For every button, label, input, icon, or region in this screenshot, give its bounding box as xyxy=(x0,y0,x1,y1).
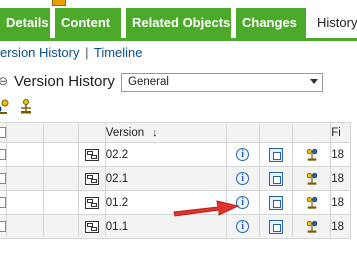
view-document-icon[interactable] xyxy=(268,195,283,210)
table-cell xyxy=(42,214,80,239)
type-cell xyxy=(78,142,106,167)
table-header-row: Version ↓ Fi xyxy=(0,122,351,143)
version-tree-icon[interactable] xyxy=(305,148,319,162)
table-cell xyxy=(42,190,80,215)
row-checkbox[interactable] xyxy=(0,221,6,232)
chevron-down-icon xyxy=(310,79,318,84)
collapse-icon[interactable]: ⊖ xyxy=(0,75,8,87)
tab-label: Related Objects xyxy=(132,15,231,30)
document-type-icon xyxy=(85,148,99,161)
version-header-label: Version xyxy=(105,126,145,139)
tab-label: Content xyxy=(61,15,111,30)
view-cell xyxy=(258,142,294,167)
file-cell[interactable]: 18 xyxy=(330,166,351,191)
tab-details[interactable]: Details xyxy=(0,8,52,38)
header-cell xyxy=(225,122,260,143)
version-tree-icon[interactable] xyxy=(305,172,319,186)
info-icon[interactable]: i xyxy=(236,220,250,233)
document-type-icon xyxy=(85,172,99,185)
table-cell xyxy=(6,214,44,239)
sort-descending-icon: ↓ xyxy=(152,126,158,139)
view-document-icon[interactable] xyxy=(268,171,283,186)
type-cell xyxy=(78,190,106,215)
document-type-icon xyxy=(85,196,99,209)
tab-changes[interactable]: Changes xyxy=(236,8,308,38)
view-selected-value: General xyxy=(128,76,169,88)
file-column-header[interactable]: Fi xyxy=(330,122,351,143)
info-cell: i xyxy=(225,166,260,191)
document-type-icon xyxy=(85,220,99,233)
file-cell[interactable]: 18 xyxy=(330,142,351,167)
version-tree-icon[interactable] xyxy=(305,196,319,210)
header-cell xyxy=(258,122,294,143)
table-row[interactable]: 02.1 i 18 xyxy=(0,166,351,191)
file-header-label: Fi xyxy=(331,126,341,139)
info-icon[interactable]: i xyxy=(236,172,250,185)
tree-cell xyxy=(292,166,332,191)
view-cell xyxy=(258,166,294,191)
version-history-header: ⊖ Version History General xyxy=(0,72,357,94)
header-cell xyxy=(292,122,332,143)
file-cell[interactable]: 18 xyxy=(330,190,351,215)
tab-content[interactable]: Content xyxy=(55,8,123,38)
table-row[interactable]: 02.2 i 18 xyxy=(0,142,351,167)
tree-cell xyxy=(292,190,332,215)
row-checkbox[interactable] xyxy=(0,173,6,184)
tree-cell xyxy=(292,142,332,167)
info-cell: i xyxy=(225,142,260,167)
tab-underline xyxy=(0,38,357,41)
tab-label: Details xyxy=(6,15,49,30)
section-title: Version History xyxy=(14,73,115,90)
type-cell xyxy=(78,214,106,239)
view-cell xyxy=(258,190,294,215)
version-column-header[interactable]: Version ↓ xyxy=(104,122,227,143)
type-cell xyxy=(78,166,106,191)
view-cell xyxy=(258,214,294,239)
annotation-arrow-icon xyxy=(173,200,240,217)
tab-label: Changes xyxy=(242,15,297,30)
table-cell xyxy=(42,142,80,167)
version-tree-icon[interactable] xyxy=(18,99,34,115)
compare-versions-icon[interactable] xyxy=(0,99,10,115)
file-cell[interactable]: 18 xyxy=(330,214,351,239)
header-cell xyxy=(6,122,44,143)
table-cell xyxy=(42,166,80,191)
table-cell xyxy=(6,166,44,191)
history-subnav: ersion History | Timeline xyxy=(0,44,143,62)
version-table: Version ↓ Fi 02.2 i 18 02.1 i 18 01.2 i … xyxy=(0,122,351,239)
tab-related-objects[interactable]: Related Objects xyxy=(126,8,233,38)
select-all-checkbox[interactable] xyxy=(0,127,6,138)
view-document-icon[interactable] xyxy=(268,147,283,162)
version-cell: 02.1 xyxy=(104,166,227,191)
tab-label: History xyxy=(317,15,357,30)
header-cell xyxy=(78,122,106,143)
version-cell: 02.2 xyxy=(104,142,227,167)
version-history-link[interactable]: ersion History xyxy=(0,45,79,60)
timeline-link[interactable]: Timeline xyxy=(94,45,143,60)
row-checkbox[interactable] xyxy=(0,197,6,208)
tab-bar: Details Content Related Objects Changes … xyxy=(0,8,357,38)
row-checkbox[interactable] xyxy=(0,149,6,160)
tree-cell xyxy=(292,214,332,239)
version-tree-icon[interactable] xyxy=(305,220,319,234)
view-document-icon[interactable] xyxy=(268,219,283,234)
subnav-separator: | xyxy=(85,45,89,60)
top-strip xyxy=(0,0,357,8)
table-cell xyxy=(6,190,44,215)
table-cell xyxy=(6,142,44,167)
view-dropdown[interactable]: General xyxy=(121,73,323,92)
info-icon[interactable]: i xyxy=(236,148,250,161)
header-cell xyxy=(42,122,80,143)
tab-history[interactable]: History xyxy=(311,8,357,38)
folder-icon xyxy=(52,0,66,6)
